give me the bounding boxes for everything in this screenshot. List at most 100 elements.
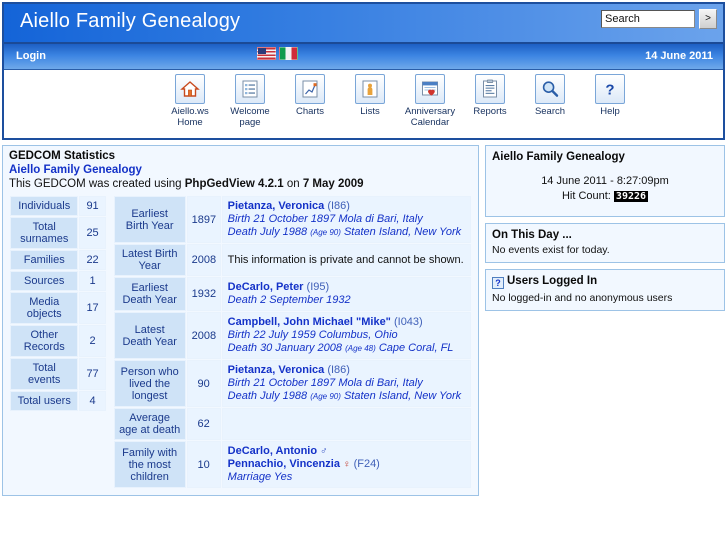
menu-item-help[interactable]: ? Help [584, 74, 636, 117]
question-icon: ? [595, 74, 625, 104]
login-link[interactable]: Login [16, 50, 46, 62]
wife-link[interactable]: Pennachio, Vincenzia [228, 458, 340, 470]
report-icon [475, 74, 505, 104]
menu-label-line1: Charts [296, 106, 324, 117]
person-link[interactable]: Campbell, John Michael "Mike" [228, 316, 391, 328]
person-link[interactable]: Pietanza, Veronica [228, 200, 325, 212]
fact-age: (Age 90) [310, 228, 341, 237]
menu-label-line1: Welcome [230, 106, 270, 117]
record-label: Latest Birth Year [113, 244, 186, 276]
record-detail: Campbell, John Michael "Mike" (I043) Bir… [221, 312, 471, 359]
search-input[interactable] [601, 10, 695, 28]
male-symbol-icon: ♂ [320, 446, 328, 457]
person-id: (I043) [393, 316, 423, 328]
title-bar: Aiello Family Genealogy > [4, 4, 723, 44]
on-this-day-title: On This Day ... [492, 229, 572, 241]
person-link[interactable]: Pietanza, Veronica [228, 364, 325, 376]
fact-text: Death July 1988 [227, 390, 311, 402]
on-this-day-text: No events exist for today. [492, 244, 610, 256]
count-label: Media objects [10, 292, 79, 324]
record-number: 10 [186, 441, 221, 488]
table-row: Families 22 [10, 250, 106, 270]
header-date: 14 June 2011 [645, 50, 713, 62]
current-datetime: 14 June 2011 - 8:27:09pm [541, 175, 669, 187]
menu-label-line1: Anniversary [404, 106, 456, 117]
record-detail: DeCarlo, Antonio ♂ Pennachio, Vincenzia … [221, 441, 471, 488]
flag-us-icon[interactable] [257, 47, 276, 60]
flag-it-icon[interactable] [279, 47, 298, 60]
search-submit-button[interactable]: > [699, 9, 717, 29]
table-row: Total events 77 [10, 358, 106, 390]
record-label: Person who lived the longest [113, 360, 186, 407]
menu-item-lists[interactable]: Lists [344, 74, 396, 117]
count-value: 91 [79, 196, 106, 216]
main-content: GEDCOM Statistics Aiello Family Genealog… [0, 145, 727, 545]
menu-label-line2: page [239, 117, 261, 128]
calendar-heart-icon [415, 74, 445, 104]
table-row: Total surnames 25 [10, 217, 106, 249]
menu-item-reports[interactable]: Reports [464, 74, 516, 117]
person-id: (I86) [327, 364, 350, 376]
page-icon [235, 74, 265, 104]
menu-label-line1: Lists [360, 106, 380, 117]
header-search: > [601, 9, 717, 29]
record-number: 62 [186, 408, 221, 440]
count-label: Sources [10, 271, 79, 291]
record-label: Average age at death [113, 408, 186, 440]
table-row: Other Records 2 [10, 325, 106, 357]
page-root: Aiello Family Genealogy > Login 14 June … [0, 0, 727, 545]
menu-item-charts[interactable]: Charts [284, 74, 336, 117]
count-value: 2 [79, 325, 106, 357]
table-row: Person who lived the longest 90 Pietanza… [113, 360, 471, 407]
menu-item-anniversary-calendar[interactable]: Anniversary Calendar [404, 74, 456, 128]
records-table: Earliest Birth Year 1897 Pietanza, Veron… [113, 195, 472, 489]
person-link[interactable]: DeCarlo, Peter [228, 281, 304, 293]
record-detail: This information is private and cannot b… [221, 244, 471, 276]
menu-item-welcome-page[interactable]: Welcome page [224, 74, 276, 128]
fact-text: Death July 1988 [227, 226, 311, 238]
record-detail: DeCarlo, Peter (I95) Death 2 September 1… [221, 277, 471, 311]
page-title: GEDCOM Statistics [9, 150, 116, 162]
table-row: Media objects 17 [10, 292, 106, 324]
private-notice: This information is private and cannot b… [227, 253, 464, 266]
fact-text: Birth 22 July 1959 Columbus, Ohio [227, 329, 398, 341]
hit-count-value: 39226 [613, 191, 649, 202]
menu-item-search[interactable]: Search [524, 74, 576, 117]
count-value: 1 [79, 271, 106, 291]
table-row: Sources 1 [10, 271, 106, 291]
fact-text: Marriage Yes [227, 471, 293, 483]
gedcom-created-text: This GEDCOM was created using PhpGedView… [9, 178, 472, 190]
person-icon [355, 74, 385, 104]
language-flags [257, 47, 298, 60]
main-menu: Aiello.ws Home Welcome page Charts Lists… [4, 70, 723, 138]
question-icon[interactable]: ? [492, 277, 504, 289]
count-value: 25 [79, 217, 106, 249]
record-label: Earliest Birth Year [113, 196, 186, 243]
husband-link[interactable]: DeCarlo, Antonio [228, 445, 317, 457]
fact-tail: Staten Island, New York [340, 390, 462, 402]
menu-item-home[interactable]: Aiello.ws Home [164, 74, 216, 128]
users-logged-in-title: ? Users Logged In [486, 270, 724, 292]
count-label: Total events [10, 358, 79, 390]
home-icon [175, 74, 205, 104]
chart-icon [295, 74, 325, 104]
hit-count-label: Hit Count: [561, 190, 614, 202]
female-symbol-icon: ♀ [343, 459, 351, 470]
record-detail: Pietanza, Veronica (I86) Birth 21 Octobe… [221, 360, 471, 407]
counts-table: Individuals 91 Total surnames 25 Familie… [9, 195, 107, 412]
person-id: (I86) [327, 200, 350, 212]
person-id: (I95) [306, 281, 330, 293]
menu-label-line1: Reports [473, 106, 507, 117]
table-row: Individuals 91 [10, 196, 106, 216]
count-value: 4 [79, 391, 106, 411]
site-title: Aiello Family Genealogy [20, 10, 241, 32]
svg-text:?: ? [605, 82, 614, 99]
gedcom-name-link[interactable]: Aiello Family Genealogy [9, 164, 472, 176]
menu-label-line1: Aiello.ws [171, 106, 209, 117]
top-frame: Aiello Family Genealogy > Login 14 June … [2, 2, 725, 140]
table-row: Average age at death 62 [113, 408, 471, 440]
welcome-block-body: 14 June 2011 - 8:27:09pm Hit Count: 3922… [486, 174, 724, 204]
left-column: GEDCOM Statistics Aiello Family Genealog… [2, 145, 479, 545]
record-number: 90 [186, 360, 221, 407]
fact-text: Birth 21 October 1897 Mola di Bari, Ital… [227, 213, 423, 225]
